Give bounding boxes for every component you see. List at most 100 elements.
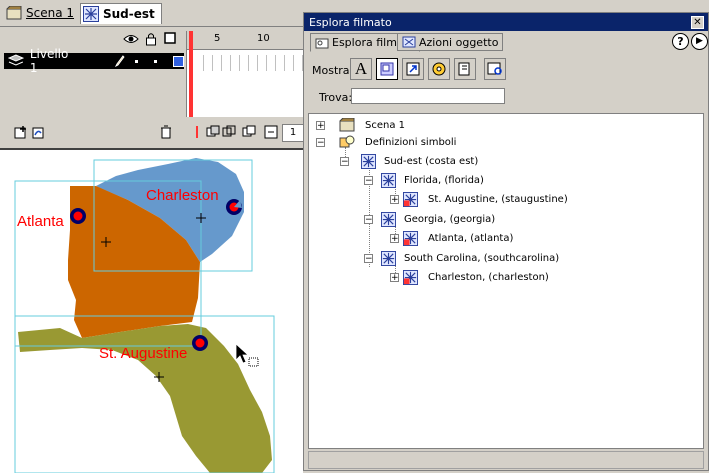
tree-item-st-augustine[interactable]: + St. Augustine, (staugustine) [390,191,568,207]
find-label: Trova: [319,91,353,104]
buttons-icon [380,62,394,76]
city-label-st-augustine: St. Augustine [99,345,187,362]
find-input[interactable] [351,88,505,104]
scene-tab-scena-1[interactable]: Scena 1 [6,3,74,23]
lock-dot[interactable] [154,59,158,63]
customize-button[interactable] [484,58,506,80]
collapse-icon[interactable]: − [364,253,373,263]
tree-item-label: St. Augustine, (staugustine) [428,193,568,205]
sound-disc-icon [432,62,446,76]
tree-item-label: Florida, (florida) [404,174,484,186]
tree-item-definizioni-simboli[interactable]: − Definizioni simboli [316,134,456,150]
tree-item-label: Sud-est (costa est) [384,155,479,167]
charleston-marker[interactable] [226,199,242,215]
frame-cells[interactable] [195,55,303,71]
show-action-scripts-button[interactable] [402,58,424,80]
collapse-icon[interactable]: − [316,137,325,147]
current-frame-field[interactable]: 1 [282,124,304,142]
timeline: Livello 1 5 10 1 [0,27,304,147]
edit-multiple-frames-icon[interactable] [242,125,256,139]
atlanta-marker[interactable] [70,208,86,224]
instance-icon [403,269,418,285]
tree-item-atlanta[interactable]: + Atlanta, (atlanta) [390,230,513,246]
help-icon[interactable]: ? [672,33,689,50]
tree-item-georgia[interactable]: − Georgia, (georgia) [364,211,495,227]
arrow-box-icon [406,62,420,76]
scene-tab-label: Scena 1 [26,6,75,20]
movie-clip-icon [381,172,396,188]
collapse-icon[interactable]: − [340,156,349,166]
tree-item-south-carolina[interactable]: − South Carolina, (southcarolina) [364,250,559,266]
show-label: Mostra: [312,64,354,77]
show-buttons-clips-button[interactable] [376,58,398,80]
lock-icon[interactable] [145,32,157,46]
pencil-icon [115,55,125,67]
options-menu-icon[interactable]: ▶ [691,33,708,50]
expand-icon[interactable]: + [390,233,399,243]
frame-ruler: 5 10 [187,31,304,50]
expand-icon[interactable]: + [390,194,399,204]
layer-icon [8,54,24,66]
tree-item-charleston[interactable]: + Charleston, (charleston) [390,269,549,285]
customize-icon [487,62,502,75]
tree-item-label: Atlanta, (atlanta) [428,232,514,244]
add-guide-layer-icon[interactable] [32,125,46,139]
scene-tab-label: Sud-est [103,7,155,21]
tree-item-label: South Carolina, (southcarolina) [404,252,560,264]
object-actions-icon [402,36,416,48]
panel-status-bar [308,451,704,469]
instance-icon [403,230,418,246]
eye-icon[interactable] [123,33,139,45]
scene-tab-sud-est[interactable]: Sud-est [80,3,162,24]
onion-outline-icon[interactable] [222,125,236,139]
close-icon[interactable]: ✕ [691,16,704,29]
timeline-footer: 1 [4,123,304,143]
trash-icon[interactable] [160,125,172,139]
movie-clip-icon [361,153,376,169]
movie-clip-icon [381,250,396,266]
frame-number: 5 [214,33,221,44]
collapse-icon[interactable]: − [364,175,373,185]
layer-row[interactable]: Livello 1 [4,47,184,75]
symbol-definitions-icon [339,135,355,148]
stage[interactable]: Atlanta Charleston St. Augustine [0,148,303,473]
movie-clip-icon [83,6,99,22]
center-frame-icon[interactable] [190,125,204,139]
playhead[interactable] [189,31,193,117]
show-frames-layers-button[interactable] [454,58,476,80]
tree-item-florida[interactable]: − Florida, (florida) [364,172,484,188]
visibility-dot[interactable] [135,59,139,63]
layer-name: Livello 1 [29,47,69,75]
movie-explorer-icon [315,38,329,48]
tree-item-label: Charleston, (charleston) [428,271,549,283]
panel-title-bar[interactable]: Esplora filmato ✕ [304,13,708,31]
tree-item-label: Scena 1 [365,119,406,131]
expand-icon[interactable]: + [390,272,399,282]
modify-markers-icon[interactable] [264,125,278,139]
tab-azioni-oggetto[interactable]: Azioni oggetto [397,33,504,51]
frames-area[interactable]: 5 10 [186,31,304,117]
map-canvas[interactable]: Atlanta Charleston St. Augustine [0,150,303,473]
text-icon: A [354,59,368,78]
panel-tabs: Esplora filmato Azioni oggetto ? ▶ [306,33,708,52]
arrow-cursor-icon [235,343,259,367]
show-text-button[interactable]: A [350,58,372,80]
frame-number: 10 [257,33,270,44]
tab-label: Azioni oggetto [419,35,499,49]
onion-skin-icon[interactable] [206,125,220,139]
collapse-icon[interactable]: − [364,214,373,224]
add-layer-icon[interactable] [14,125,28,139]
tree-item-scena-1[interactable]: + Scena 1 [316,117,405,133]
expand-icon[interactable]: + [316,120,325,130]
panel-title: Esplora filmato [309,15,392,29]
st-augustine-marker[interactable] [192,335,208,351]
movie-clip-icon [381,211,396,227]
outline-color-box[interactable] [173,55,184,67]
outline-icon[interactable] [164,32,176,44]
show-video-sound-bitmap-button[interactable] [428,58,450,80]
instance-icon [403,191,418,207]
tree-item-sud-est[interactable]: − Sud-est (costa est) [340,153,478,169]
tree-item-label: Definizioni simboli [365,136,457,148]
city-label-atlanta: Atlanta [17,213,64,230]
tree-item-label: Georgia, (georgia) [404,213,496,225]
